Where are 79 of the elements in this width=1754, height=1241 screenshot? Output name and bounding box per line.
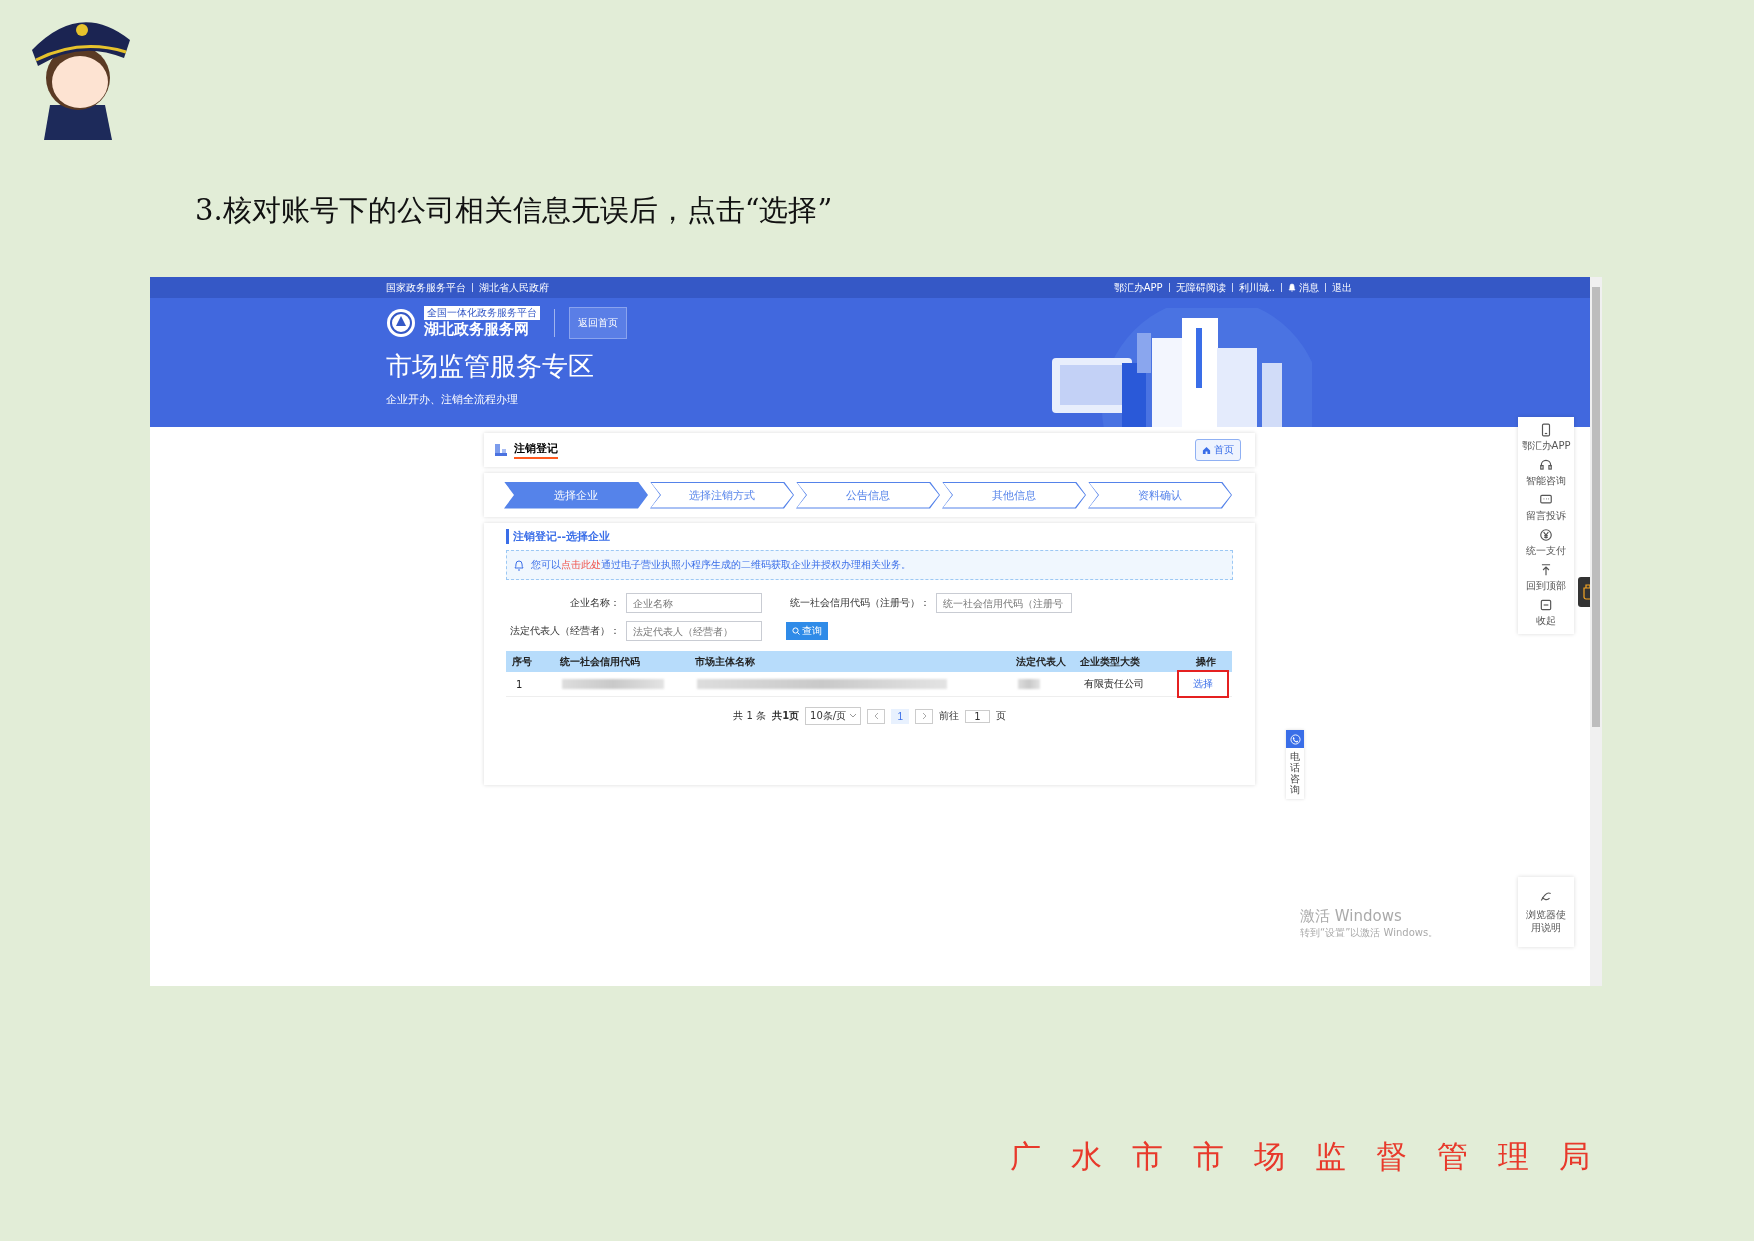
goto-label: 前往 xyxy=(939,709,960,723)
logo-tagline: 全国一体化政务服务平台 xyxy=(424,306,540,320)
back-home-button[interactable]: 返回首页 xyxy=(569,306,627,339)
browser-guide-button[interactable]: 浏览器使用说明 xyxy=(1518,877,1574,947)
side-tool[interactable]: 智能咨询 xyxy=(1526,458,1566,488)
column-header: 市场主体名称 xyxy=(689,651,1010,672)
total-count: 共 1 条 xyxy=(733,709,767,723)
page-size-select[interactable]: 10条/页 xyxy=(805,707,862,725)
column-header: 操作 xyxy=(1174,651,1232,672)
side-tool[interactable]: 留言投诉 xyxy=(1526,493,1566,523)
phone-icon xyxy=(1539,423,1553,437)
top-bar-link[interactable]: 国家政务服务平台 xyxy=(386,280,466,295)
minus-square-icon xyxy=(1539,598,1553,612)
top-bar-link[interactable]: 消息 xyxy=(1288,280,1319,295)
step-tab[interactable]: 资料确认 xyxy=(1088,481,1232,509)
select-link[interactable]: 选择 xyxy=(1179,672,1227,696)
column-header: 统一社会信用代码 xyxy=(554,651,689,672)
step-tab[interactable]: 选择企业 xyxy=(504,481,648,509)
page-suffix: 页 xyxy=(995,709,1006,723)
side-tool[interactable]: 回到顶部 xyxy=(1526,563,1566,593)
step-tab[interactable]: 选择注销方式 xyxy=(650,481,794,509)
bureau-name: 广水市市场监督管理局 xyxy=(1010,1137,1621,1176)
click-here-link[interactable]: 点击此处 xyxy=(561,559,601,570)
field-label: 企业名称： xyxy=(569,596,621,610)
goto-page-field[interactable]: 1 xyxy=(965,709,990,723)
section-title: 注销登记--选择企业 xyxy=(506,529,1233,544)
top-bar-link[interactable]: 退出 xyxy=(1332,280,1352,295)
side-tool[interactable]: 收起 xyxy=(1536,598,1556,628)
search-icon xyxy=(792,627,800,635)
table-cell: 有限责任公司 xyxy=(1074,672,1174,697)
column-header: 法定代表人 xyxy=(1010,651,1074,672)
home-button[interactable]: 首页 xyxy=(1195,439,1241,461)
legal-representative-field[interactable]: 法定代表人（经营者） xyxy=(626,621,762,641)
browser-icon xyxy=(1539,890,1553,904)
field-label: 法定代表人（经营者）： xyxy=(509,624,621,638)
emblem-icon xyxy=(386,307,416,338)
side-tool[interactable]: 鄂汇办APP xyxy=(1521,423,1571,453)
activation-hint: 转到“设置”以激活 Windows。 xyxy=(1300,926,1439,940)
table-cell: 1 xyxy=(506,672,554,697)
notice-text: 您可以点击此处通过电子营业执照小程序生成的二维码获取企业并授权办理相关业务。 xyxy=(531,558,911,572)
step-tab[interactable]: 公告信息 xyxy=(796,481,940,509)
phone-consult-tab[interactable]: 电话咨询 xyxy=(1286,730,1304,799)
chart-icon xyxy=(494,443,508,457)
top-bar-link[interactable]: 湖北省人民政府 xyxy=(479,280,549,295)
top-bar-link[interactable]: 无障碍阅读 xyxy=(1175,280,1226,295)
previous-page-button[interactable] xyxy=(867,708,886,724)
zone-title: 市场监管服务专区 xyxy=(386,350,595,383)
page-title: 注销登记 xyxy=(514,441,558,459)
yuan-icon xyxy=(1539,528,1553,542)
next-page-button[interactable] xyxy=(915,708,934,724)
scrollbar[interactable] xyxy=(1590,277,1602,986)
redacted-text xyxy=(1018,679,1041,689)
company-name-field[interactable]: 企业名称 xyxy=(626,593,762,613)
chevron-right-icon xyxy=(921,712,927,720)
top-bar-link[interactable]: 利川城.. xyxy=(1238,280,1275,295)
field-label: 统一社会信用代码（注册号）： xyxy=(789,596,931,610)
instruction-heading: 3.核对账号下的公司相关信息无误后，点击“选择” xyxy=(195,192,834,229)
chevron-left-icon xyxy=(873,712,879,720)
bell-icon xyxy=(513,559,525,571)
column-header: 企业类型大类 xyxy=(1074,651,1174,672)
activation-title: 激活 Windows xyxy=(1300,907,1403,926)
page-count: 共1页 xyxy=(772,709,800,723)
home-icon xyxy=(1202,445,1211,455)
top-bar-link[interactable]: 鄂汇办APP xyxy=(1113,280,1163,295)
scrollbar-thumb[interactable] xyxy=(1592,287,1600,727)
side-tool[interactable]: 统一支付 xyxy=(1526,528,1566,558)
bell-icon xyxy=(1288,283,1296,292)
headset-icon xyxy=(1539,458,1553,472)
arrow-up-icon xyxy=(1539,563,1553,577)
phone-icon xyxy=(1289,733,1301,745)
search-button[interactable]: 查询 xyxy=(786,622,828,640)
site-name: 湖北政务服务网 xyxy=(424,320,530,339)
caret-icon xyxy=(850,714,857,718)
step-tab[interactable]: 其他信息 xyxy=(942,481,1086,509)
page-number[interactable]: 1 xyxy=(891,708,910,724)
zone-subtitle: 企业开办、注销全流程办理 xyxy=(386,392,519,407)
credit-code-field[interactable]: 统一社会信用代码（注册号 xyxy=(936,593,1072,613)
message-icon xyxy=(1539,493,1553,507)
column-header: 序号 xyxy=(506,651,554,672)
